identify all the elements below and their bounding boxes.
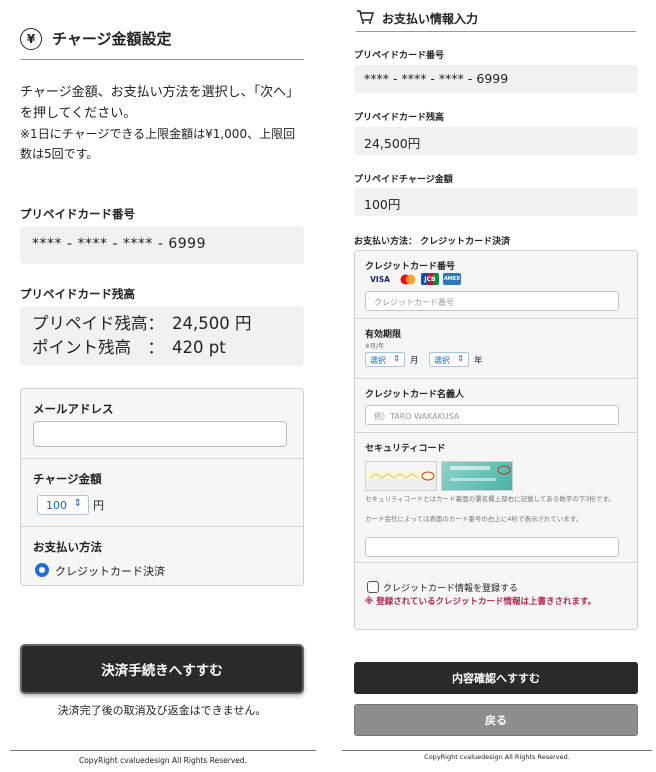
amex-icon: AMEX <box>443 273 461 285</box>
proceed-payment-button[interactable]: 決済手続きへすすむ <box>20 644 304 694</box>
charge-amount-select[interactable]: 100 ⇕ <box>37 495 89 515</box>
card-balance-label: プリペイドカード残高 <box>20 287 135 301</box>
credit-card-radio-label[interactable]: クレジットカード決済 <box>55 563 165 579</box>
charge-amount-label: チャージ金額 <box>33 472 102 486</box>
expiry-year-select[interactable]: 選択 ⇕ <box>429 352 469 367</box>
intro-text: チャージ金額、お支払い方法を選択し、「次へ」を押してください。 ※1日にチャージ… <box>20 82 306 164</box>
credit-card-radio[interactable] <box>35 563 49 577</box>
footer-divider <box>342 750 652 751</box>
page-title: チャージ金額設定 <box>52 30 172 48</box>
payment-info-screen: お支払い情報入力 プリペイドカード番号 **** - **** - **** -… <box>342 0 656 772</box>
intro-instruction: チャージ金額、お支払い方法を選択し、「次へ」を押してください。 <box>20 85 300 121</box>
cardholder-input[interactable]: 例）TARO WAKAKUSA <box>365 405 619 425</box>
card-number-label: プリペイドカード番号 <box>354 51 445 61</box>
email-input[interactable] <box>33 421 287 447</box>
prepaid-balance-value: 24,500 円 <box>172 314 252 333</box>
copyright-text: CopyRight cvaluedesign All Rights Reserv… <box>424 753 570 761</box>
expiry-label: 有効期限 <box>365 330 402 340</box>
charge-amount-screen: ¥ チャージ金額設定 チャージ金額、お支払い方法を選択し、「次へ」を押してくださ… <box>0 0 322 772</box>
jcb-icon: JCB <box>421 273 439 285</box>
cc-number-input[interactable]: クレジットカード番号 <box>365 291 619 311</box>
payment-method-section: お支払い方法 クレジットカード決済 <box>21 527 303 585</box>
payment-method-label: お支払い方法 <box>33 540 102 554</box>
prepaid-balance-key: プリペイド残高： <box>32 314 164 333</box>
copyright-text: CopyRight cvaluedesign All Rights Reserv… <box>78 756 248 765</box>
page-title: お支払い情報入力 <box>382 12 479 26</box>
card-back-image <box>365 461 437 491</box>
card-balance-box: プリペイド残高： 24,500 円 ポイント残高 ： 420 pt <box>20 306 304 366</box>
cardholder-section: クレジットカード名義人 例）TARO WAKAKUSA <box>355 379 637 433</box>
page-header: ¥ チャージ金額設定 <box>20 24 304 60</box>
yen-circle-icon: ¥ <box>20 27 42 50</box>
charge-amount-value: 100円 <box>354 188 638 216</box>
save-card-label[interactable]: クレジットカード情報を登録する <box>383 581 518 594</box>
security-code-input[interactable] <box>365 537 619 557</box>
confirm-button[interactable]: 内容確認へすすむ <box>354 662 638 694</box>
security-code-label: セキュリティコード <box>365 444 446 454</box>
back-button[interactable]: 戻る <box>354 704 638 736</box>
year-unit: 年 <box>474 356 483 366</box>
credit-card-form: クレジットカード番号 VISA JCB AMEX クレジットカード番号 有効期限… <box>354 250 638 630</box>
save-card-checkbox[interactable] <box>367 581 379 593</box>
charge-form: メールアドレス チャージ金額 100 ⇕ 円 お支払い方法 クレジットカード決済 <box>20 388 304 586</box>
cart-icon <box>356 9 374 28</box>
charge-amount-selected: 100 <box>46 499 67 512</box>
mastercard-icon <box>399 273 417 285</box>
cardholder-label: クレジットカード名義人 <box>365 390 465 400</box>
visa-icon: VISA <box>370 274 390 284</box>
cc-number-label: クレジットカード番号 <box>365 262 456 272</box>
expiry-year-value: 選択 <box>434 356 450 365</box>
intro-note: ※1日にチャージできる上限金額は¥1,000、上限回数は5回です。 <box>20 127 296 161</box>
payment-method-text: お支払い方法： クレジットカード決済 <box>354 237 511 247</box>
month-unit: 月 <box>410 356 419 366</box>
select-arrows-icon: ⇕ <box>73 498 82 509</box>
security-code-section: セキュリティコード セキュリティコードとはカード裏面の署名欄上部右に記載してある… <box>355 433 637 563</box>
point-balance-key: ポイント残高 ： <box>32 338 164 357</box>
card-number-value: **** - **** - **** - 6999 <box>354 65 638 93</box>
card-number-value: **** - **** - **** - 6999 <box>20 226 304 264</box>
expiry-format-hint: ※月/年 <box>365 343 385 350</box>
footer-divider <box>10 750 316 751</box>
point-balance-value: 420 pt <box>172 338 226 357</box>
card-balance-label: プリペイドカード残高 <box>354 113 445 123</box>
cc-number-section: クレジットカード番号 VISA JCB AMEX クレジットカード番号 <box>355 251 637 319</box>
charge-amount-section: チャージ金額 100 ⇕ 円 <box>21 459 303 527</box>
security-code-description-2: カード会社によっては表面のカード番号の右上に4桁で表示されています。 <box>365 515 583 523</box>
email-label: メールアドレス <box>33 402 114 416</box>
charge-amount-label: プリペイドチャージ金額 <box>354 175 453 185</box>
charge-amount-unit: 円 <box>93 499 104 512</box>
overwrite-warning: ※ 登録されているクレジットカード情報は上書きされます。 <box>365 597 597 607</box>
card-balance-value: 24,500円 <box>354 127 638 155</box>
page-header: お支払い情報入力 <box>356 6 636 32</box>
security-code-description-1: セキュリティコードとはカード裏面の署名欄上部右に記載してある数字の下3桁です。 <box>365 495 615 503</box>
card-front-image <box>441 461 513 491</box>
select-arrows-icon: ⇕ <box>393 354 400 363</box>
expiry-month-select[interactable]: 選択 ⇕ <box>365 352 405 367</box>
email-section: メールアドレス <box>21 389 303 459</box>
expiry-section: 有効期限 ※月/年 選択 ⇕ 月 選択 ⇕ 年 <box>355 319 637 379</box>
refund-notice: 決済完了後の取消及び返金はできません。 <box>57 704 267 717</box>
card-number-label: プリペイドカード番号 <box>20 207 135 221</box>
expiry-month-value: 選択 <box>370 356 386 365</box>
select-arrows-icon: ⇕ <box>457 354 464 363</box>
